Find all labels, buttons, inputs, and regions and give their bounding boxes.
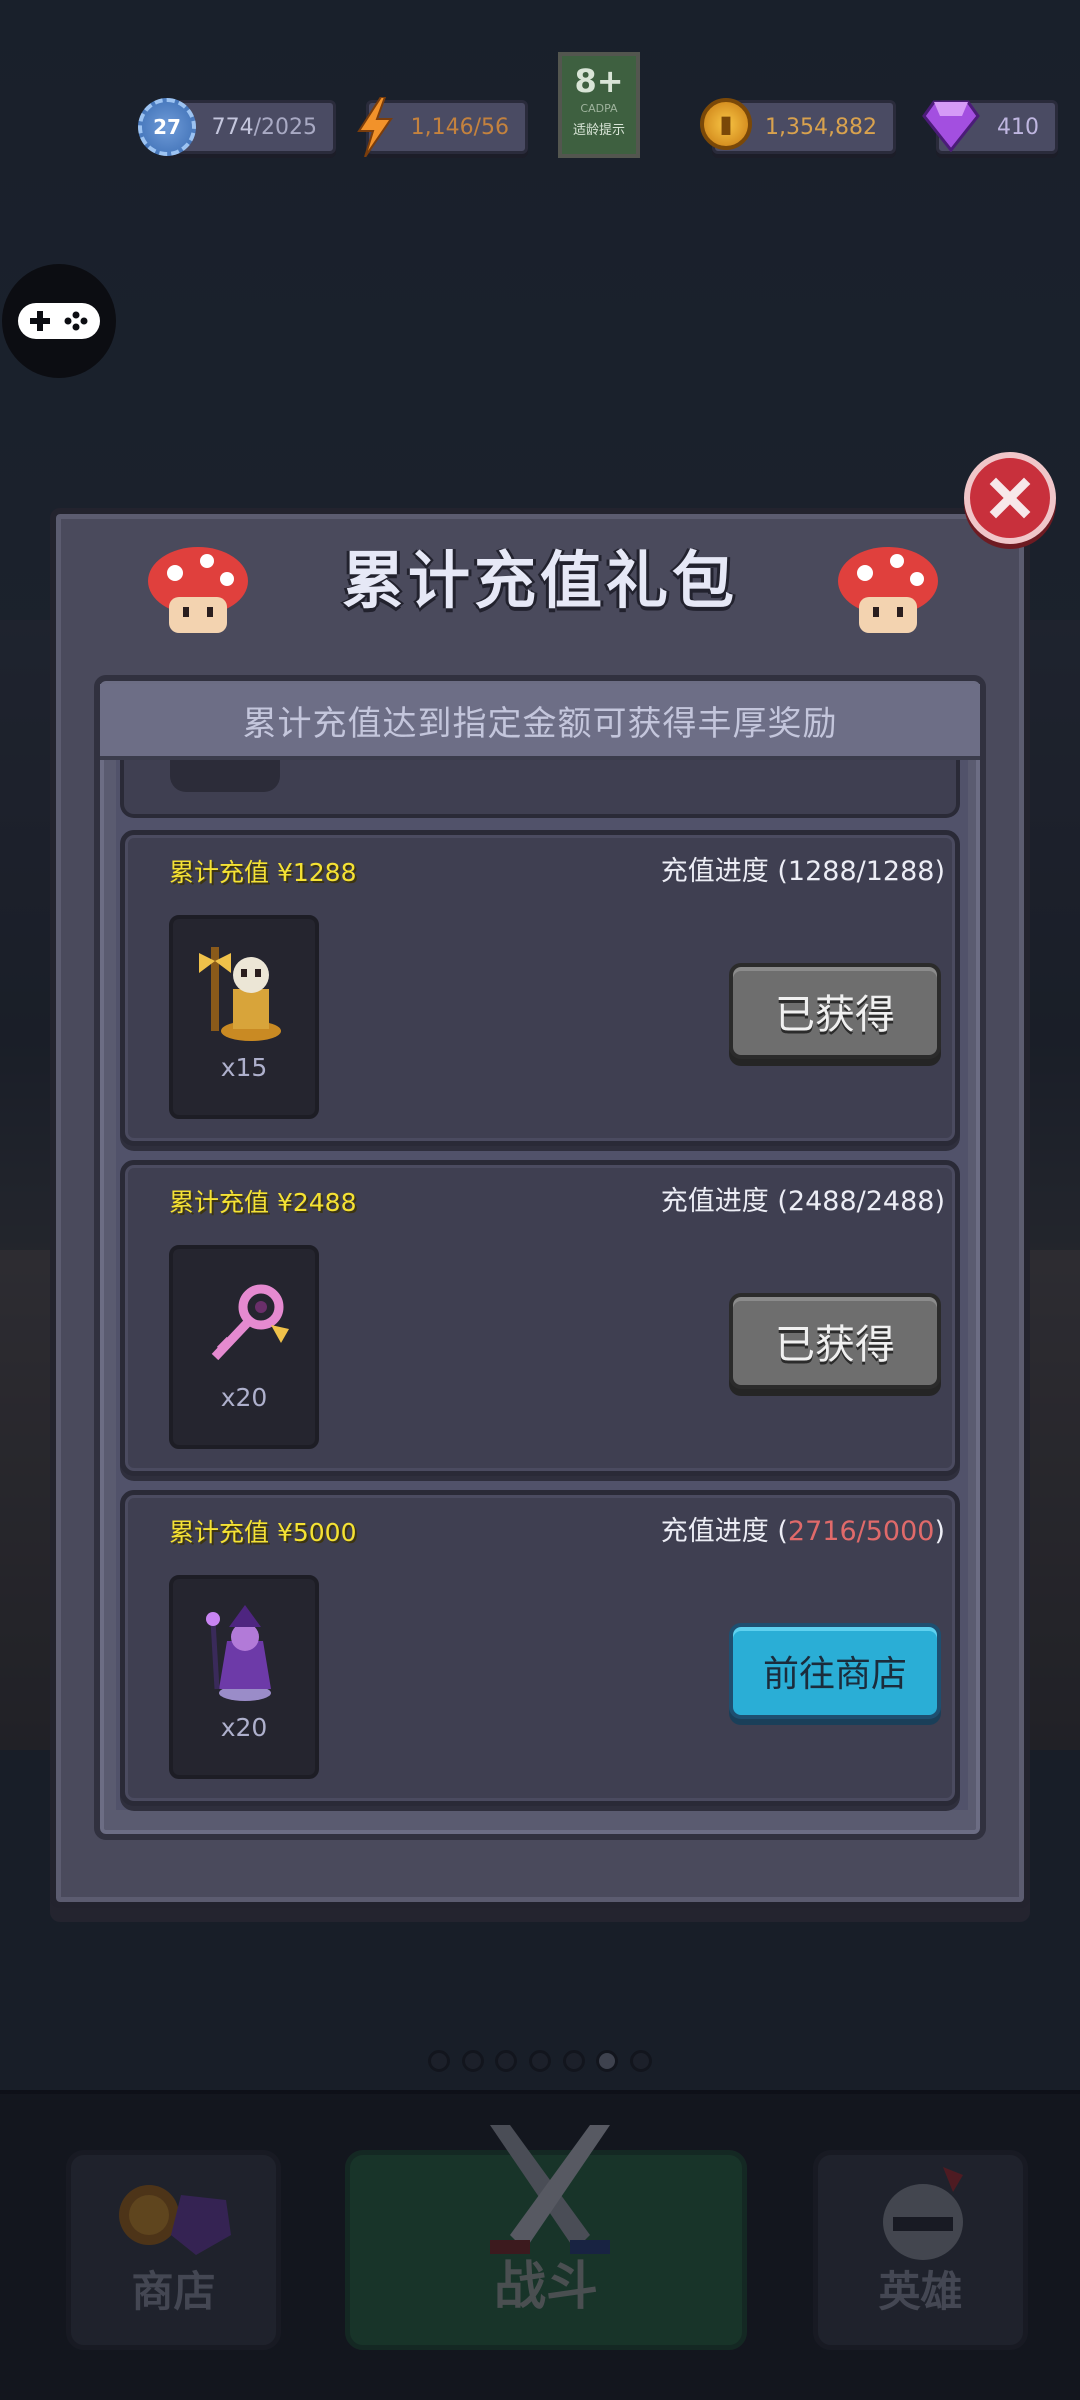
progress-paren: ( xyxy=(768,1186,788,1217)
progress-paren: ) xyxy=(934,1186,945,1217)
tier-amount: 累计充值 ¥5000 xyxy=(169,1518,357,1547)
claimed-button[interactable]: 已获得 xyxy=(729,1293,941,1389)
progress-paren: ) xyxy=(934,856,945,887)
reward-tier-card: 累计充值 ¥5000 充值进度 (2716/5000) x20 前往商店 xyxy=(120,1490,960,1806)
pink-key-icon xyxy=(211,1284,289,1361)
reward-tier-card: 累计充值 ¥1288 充值进度 (1288/1288) x15 已获得 xyxy=(120,830,960,1146)
dialog-subtitle: 累计充值达到指定金额可获得丰厚奖励 xyxy=(100,684,980,760)
gear-level-icon: 27 xyxy=(138,98,196,156)
close-button[interactable] xyxy=(964,452,1056,544)
reward-item-slot[interactable]: x20 xyxy=(169,1575,319,1779)
dialog-title: 累计充值礼包 xyxy=(341,544,738,617)
gamepad-float-button[interactable] xyxy=(2,264,116,378)
gold-coin-icon: ▮ xyxy=(700,98,752,150)
progress-label: 充值进度 xyxy=(660,1186,769,1217)
close-icon xyxy=(989,477,1031,519)
tier-progress: 充值进度 (1288/1288) xyxy=(661,849,945,888)
tier-progress: 充值进度 (2716/5000) xyxy=(661,1509,945,1548)
gem-amount: 410 xyxy=(997,114,1039,140)
progress-paren: ( xyxy=(768,856,788,887)
age-rating-badge[interactable]: 8+ CADPA 适龄提示 xyxy=(558,52,640,158)
reward-item-slot[interactable]: x15 xyxy=(169,915,319,1119)
xp-max: /2025 xyxy=(253,114,317,140)
claimed-button[interactable]: 已获得 xyxy=(729,963,941,1059)
coin-amount: 1,354,882 xyxy=(765,114,877,140)
age-rating-org: CADPA xyxy=(580,102,618,115)
reward-quantity: x15 xyxy=(220,1053,268,1082)
progress-paren: ) xyxy=(934,1516,945,1547)
gamepad-icon xyxy=(18,303,100,339)
mushroom-icon xyxy=(838,547,938,633)
age-rating: 8+ xyxy=(574,62,624,100)
energy-current: 1,146 xyxy=(410,114,474,140)
progress-paren: ( xyxy=(768,1516,788,1547)
age-rating-tip: 适龄提示 xyxy=(572,123,625,138)
progress-value: 2716/5000 xyxy=(787,1516,935,1547)
purple-gem-icon xyxy=(922,98,980,152)
reward-tier-card: 累计充值 ¥2488 充值进度 (2488/2488) x20 已获得 xyxy=(120,1160,960,1476)
tier-progress: 充值进度 (2488/2488) xyxy=(661,1179,945,1218)
tier-amount: 累计充值 ¥1288 xyxy=(169,858,357,887)
mushroom-icon xyxy=(148,547,248,633)
progress-value: 2488/2488 xyxy=(787,1186,935,1217)
purple-mage-hero-icon xyxy=(206,1605,271,1701)
tier-amount: 累计充值 ¥2488 xyxy=(169,1188,357,1217)
go-to-shop-button[interactable]: 前往商店 xyxy=(729,1623,941,1719)
progress-value: 1288/1288 xyxy=(787,856,935,887)
progress-label: 充值进度 xyxy=(660,1516,769,1547)
xp-current: 774 xyxy=(211,114,254,140)
reward-item-slot[interactable]: x20 xyxy=(169,1245,319,1449)
golden-skeleton-warrior-icon xyxy=(199,947,281,1041)
energy-max: /56 xyxy=(473,114,509,140)
reward-quantity: x20 xyxy=(220,1383,268,1412)
reward-quantity: x20 xyxy=(220,1713,268,1742)
player-level: 27 xyxy=(153,115,181,139)
lightning-energy-icon xyxy=(352,96,398,158)
progress-label: 充值进度 xyxy=(660,856,769,887)
